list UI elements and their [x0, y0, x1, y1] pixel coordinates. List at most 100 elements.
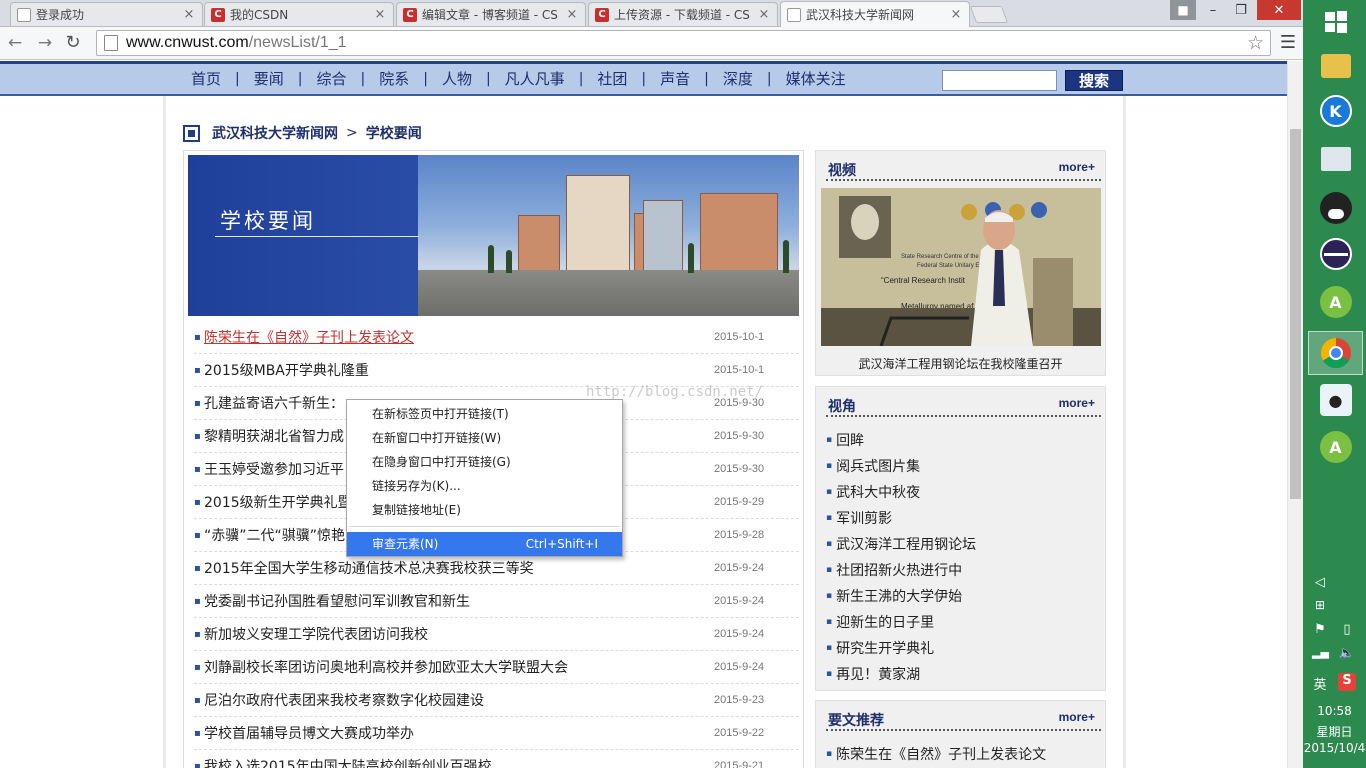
nav-clubs[interactable]: 社团: [583, 68, 641, 89]
list-item[interactable]: ▪ 社团招新火热进行中: [826, 557, 976, 583]
battery-icon[interactable]: ▯: [1339, 622, 1355, 637]
ime-indicator[interactable]: 英: [1311, 674, 1329, 693]
video-thumbnail[interactable]: State Research Centre of the R Federal S…: [821, 188, 1101, 346]
back-arrow-icon[interactable]: ←: [4, 32, 26, 54]
app-tile[interactable]: ●: [1308, 378, 1363, 422]
tab-edit-article[interactable]: C 编辑文章 - 博客频道 - CS ×: [396, 2, 586, 26]
nav-voices[interactable]: 声音: [646, 68, 704, 89]
list-item[interactable]: ▪ 军训剪影: [826, 505, 976, 531]
minimize-button[interactable]: –: [1200, 0, 1226, 20]
nav-departments[interactable]: 院系: [365, 68, 423, 89]
news-title[interactable]: 尼泊尔政府代表团来我校考察数字化校园建设: [204, 690, 714, 710]
sogou-ime-icon[interactable]: S: [1338, 673, 1356, 691]
menu-item-save-link-as[interactable]: 链接另存为(K)...: [347, 474, 622, 498]
more-link[interactable]: more+: [1059, 160, 1095, 174]
volume-muted-icon[interactable]: 🔈: [1338, 646, 1356, 661]
nav-people[interactable]: 人物: [428, 68, 486, 89]
list-item-label[interactable]: 回眸: [836, 430, 864, 450]
list-item[interactable]: ▪ 陈荣生在《自然》子刊上发表论文: [826, 741, 1046, 767]
breadcrumb-section[interactable]: 学校要闻: [366, 123, 422, 143]
nav-general[interactable]: 综合: [302, 68, 360, 89]
video-caption[interactable]: 武汉海洋工程用钢论坛在我校隆重召开: [816, 355, 1105, 372]
news-title[interactable]: 陈荣生在《自然》子刊上发表论文: [204, 327, 714, 347]
kugou-tile[interactable]: K: [1308, 89, 1363, 133]
news-item[interactable]: ▪ 党委副书记孙国胜看望慰问军训教官和新生 2015-9-24: [194, 585, 799, 618]
windows-small-icon[interactable]: ⊞: [1312, 598, 1328, 612]
new-tab-button[interactable]: [969, 6, 1009, 23]
vertical-scrollbar[interactable]: [1287, 61, 1303, 768]
list-item[interactable]: ▪ 阅兵式图片集: [826, 453, 976, 479]
search-button[interactable]: 搜索: [1065, 70, 1123, 91]
windows-start-tile[interactable]: [1308, 0, 1363, 44]
android-studio-tile-2[interactable]: A: [1308, 425, 1363, 469]
more-link[interactable]: more+: [1059, 396, 1095, 410]
list-item-label[interactable]: 研究生开学典礼: [836, 638, 934, 658]
close-icon[interactable]: ×: [949, 7, 963, 22]
list-item-label[interactable]: 再见！黄家湖: [836, 664, 920, 684]
list-item-label[interactable]: 陈荣生在《自然》子刊上发表论文: [836, 744, 1046, 764]
close-icon[interactable]: ×: [182, 7, 196, 22]
breadcrumb-site[interactable]: 武汉科技大学新闻网: [212, 123, 338, 143]
list-item[interactable]: ▪ 迎新生的日子里: [826, 609, 976, 635]
news-title[interactable]: 2015级MBA开学典礼隆重: [204, 360, 714, 380]
network-icon[interactable]: ▂▄: [1312, 646, 1329, 659]
list-item[interactable]: ▪ 回眸: [826, 427, 976, 453]
menu-item-inspect[interactable]: 审查元素(N) Ctrl+Shift+I: [347, 532, 622, 556]
list-item-label[interactable]: 武科大中秋夜: [836, 482, 920, 502]
nav-home[interactable]: 首页: [177, 68, 235, 89]
news-title[interactable]: 刘静副校长率团访问奥地利高校并参加欧亚太大学联盟大会: [204, 657, 714, 677]
scroll-thumb[interactable]: [1290, 129, 1301, 499]
menu-icon[interactable]: ☰: [1278, 32, 1298, 54]
reload-icon[interactable]: ↻: [62, 32, 84, 54]
news-title[interactable]: 党委副书记孙国胜看望慰问军训教官和新生: [204, 591, 714, 611]
close-icon[interactable]: ×: [565, 7, 579, 22]
list-item[interactable]: ▪ 武科大中秋夜: [826, 479, 976, 505]
menu-item-open-new-tab[interactable]: 在新标签页中打开链接(T): [347, 402, 622, 426]
menu-item-copy-link[interactable]: 复制链接地址(E): [347, 498, 622, 522]
news-item[interactable]: ▪ 2015级MBA开学典礼隆重 2015-10-1: [194, 354, 799, 387]
news-title[interactable]: 我校入选2015年中国大陆高校创新创业百强校: [204, 756, 714, 768]
news-item[interactable]: ▪ 刘静副校长率团访问奥地利高校并参加欧亚太大学联盟大会 2015-9-24: [194, 651, 799, 684]
nav-headlines[interactable]: 要闻: [240, 68, 298, 89]
chrome-tile[interactable]: [1308, 331, 1363, 375]
user-icon[interactable]: ■: [1170, 0, 1196, 20]
eclipse-tile[interactable]: [1308, 232, 1363, 276]
nav-depth[interactable]: 深度: [709, 68, 767, 89]
list-item[interactable]: ▪ 新生王沸的大学伊始: [826, 583, 976, 609]
list-item[interactable]: ▪ 武汉海洋工程用钢论坛: [826, 531, 976, 557]
search-input[interactable]: [942, 70, 1057, 91]
news-item[interactable]: ▪ 学校首届辅导员博文大赛成功举办 2015-9-22: [194, 717, 799, 750]
list-item-label[interactable]: 阅兵式图片集: [836, 456, 920, 476]
monitor-tile[interactable]: [1308, 137, 1363, 181]
list-item-label[interactable]: 军训剪影: [836, 508, 892, 528]
news-item[interactable]: ▪ 我校入选2015年中国大陆高校创新创业百强校 2015-9-21: [194, 750, 799, 768]
tab-my-csdn[interactable]: C 我的CSDN ×: [204, 2, 394, 26]
address-bar[interactable]: www.cnwust.com/newsList/1_1 ☆: [96, 30, 1271, 56]
close-icon[interactable]: ×: [757, 7, 771, 22]
tray-expand-icon[interactable]: ◁: [1312, 575, 1328, 590]
news-title[interactable]: 2015年全国大学生移动通信技术总决赛我校获三等奖: [204, 558, 714, 578]
news-title[interactable]: 学校首届辅导员博文大赛成功举办: [204, 723, 714, 743]
flag-icon[interactable]: ⚑: [1312, 622, 1328, 637]
url-text[interactable]: www.cnwust.com/newsList/1_1: [126, 34, 347, 52]
qq-tile[interactable]: [1308, 186, 1363, 230]
news-item[interactable]: ▪ 尼泊尔政府代表团来我校考察数字化校园建设 2015-9-23: [194, 684, 799, 717]
close-icon[interactable]: ×: [373, 7, 387, 22]
list-item-label[interactable]: 新生王沸的大学伊始: [836, 586, 962, 606]
nav-media[interactable]: 媒体关注: [772, 68, 860, 89]
bookmark-star-icon[interactable]: ☆: [1247, 32, 1264, 54]
list-item-label[interactable]: 武汉海洋工程用钢论坛: [836, 534, 976, 554]
more-link[interactable]: more+: [1059, 710, 1095, 724]
close-window-button[interactable]: ✕: [1257, 0, 1301, 20]
list-item[interactable]: ▪ 研究生开学典礼: [826, 635, 976, 661]
restore-button[interactable]: ❐: [1228, 0, 1254, 20]
clock-time[interactable]: 10:58: [1303, 704, 1366, 718]
menu-item-open-incognito[interactable]: 在隐身窗口中打开链接(G): [347, 450, 622, 474]
menu-item-open-new-window[interactable]: 在新窗口中打开链接(W): [347, 426, 622, 450]
file-explorer-tile[interactable]: [1308, 44, 1363, 88]
news-title[interactable]: 新加坡义安理工学院代表团访问我校: [204, 624, 714, 644]
news-item[interactable]: ▪ 新加坡义安理工学院代表团访问我校 2015-9-24: [194, 618, 799, 651]
tab-upload-resource[interactable]: C 上传资源 - 下载频道 - CS ×: [588, 2, 778, 26]
list-item-label[interactable]: 迎新生的日子里: [836, 612, 934, 632]
list-item-label[interactable]: 社团招新火热进行中: [836, 560, 962, 580]
